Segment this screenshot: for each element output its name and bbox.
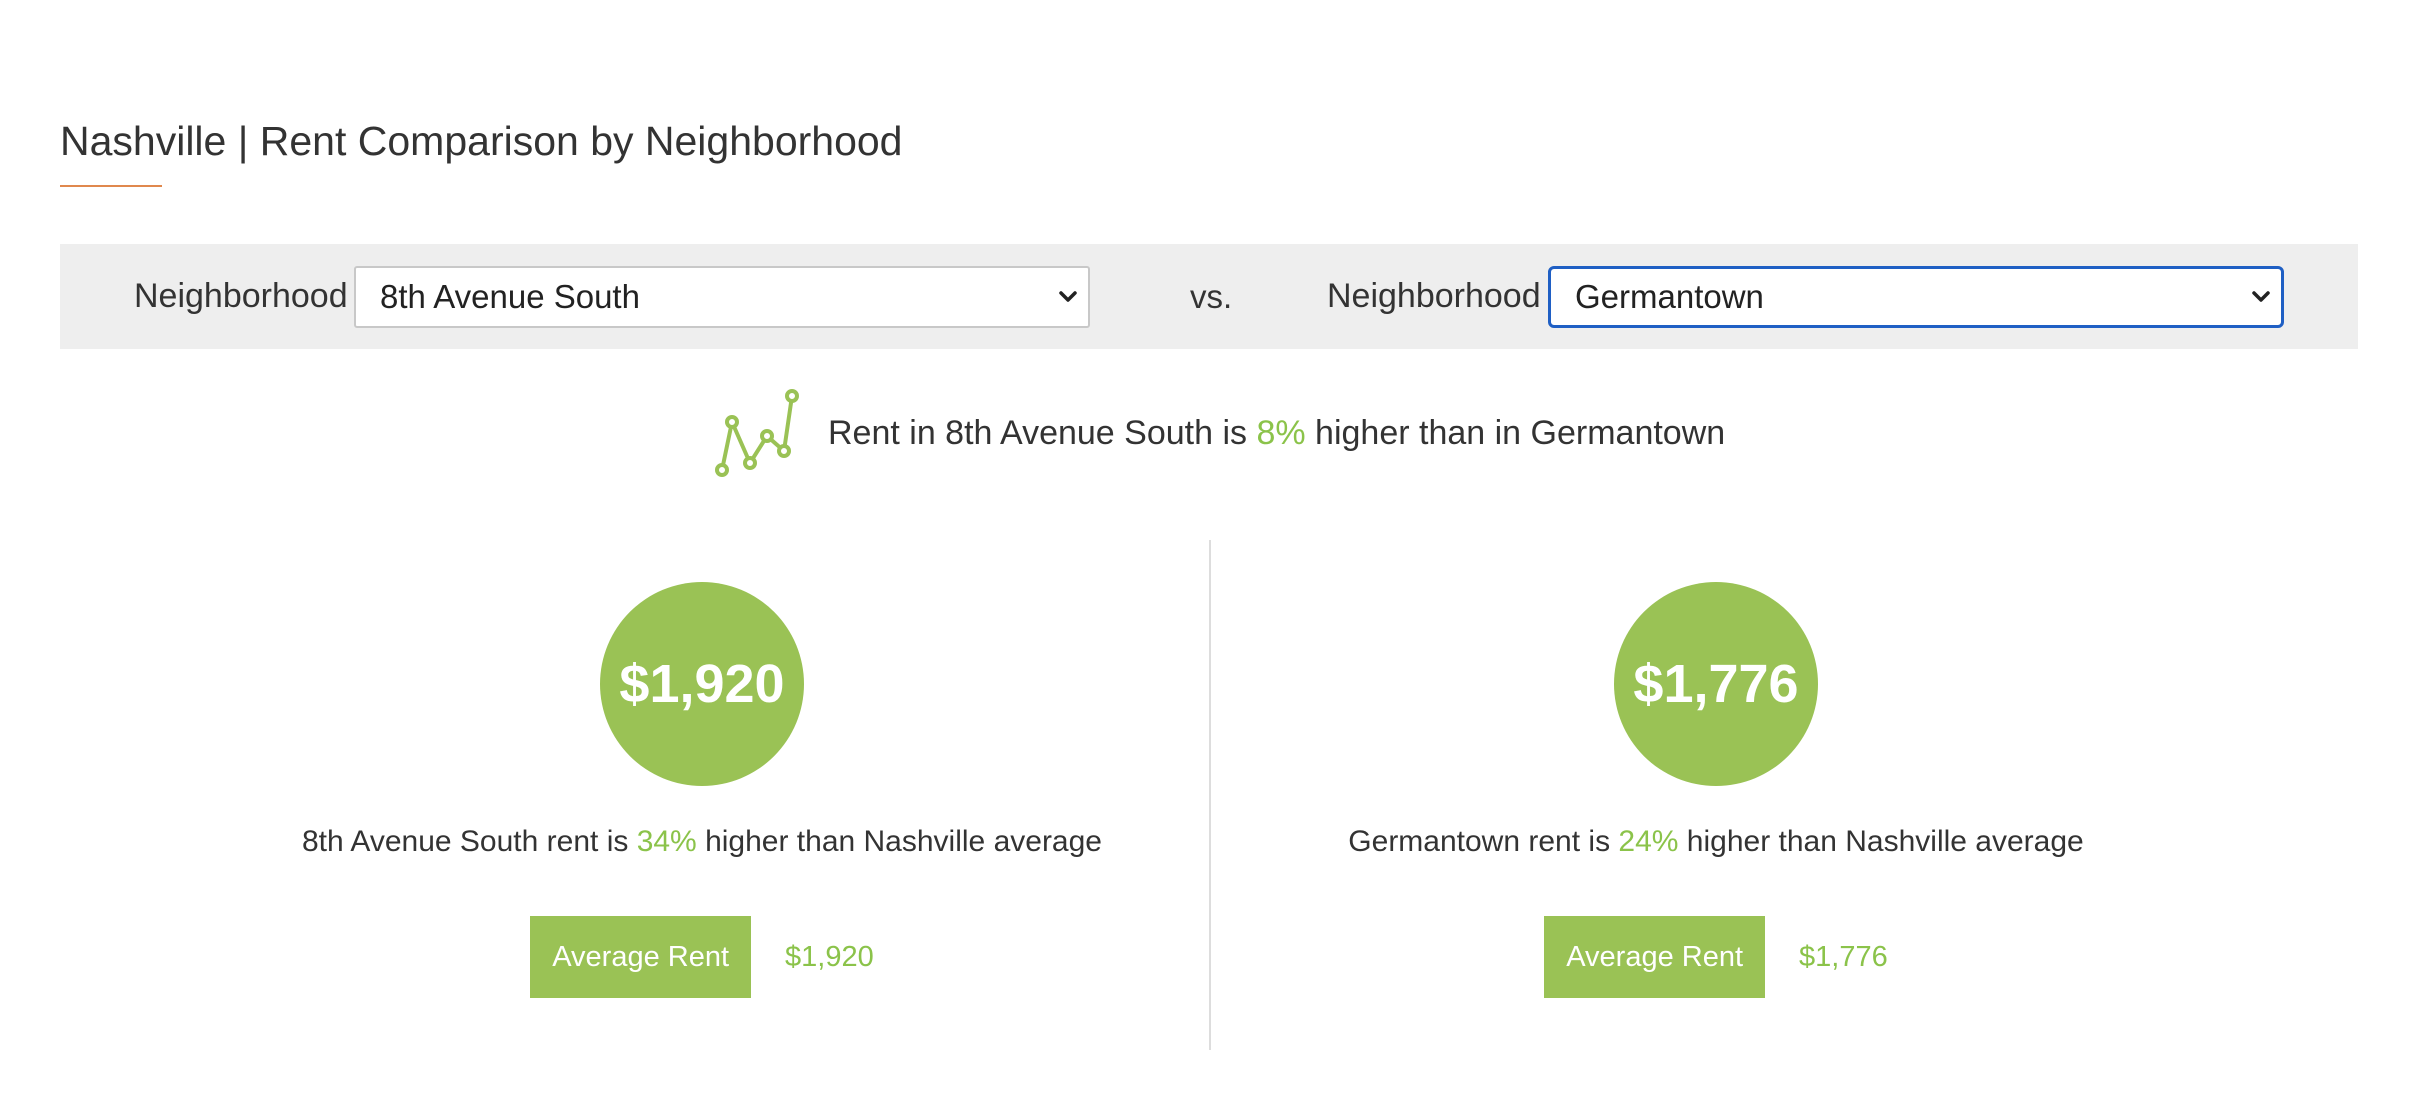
right-rent-row: Average Rent $1,776 <box>1146 916 2286 998</box>
rent-summary: Rent in 8th Avenue South is 8% higher th… <box>712 388 1725 478</box>
left-compare-suffix: higher than Nashville average <box>696 825 1102 858</box>
left-neighborhood-select[interactable]: 8th Avenue South <box>354 266 1090 328</box>
right-compare-percent: 24% <box>1618 825 1679 858</box>
right-neighborhood-select[interactable]: Germantown <box>1548 266 2284 328</box>
left-neighborhood-select-value: 8th Avenue South <box>380 278 640 315</box>
title-underline <box>60 185 162 187</box>
page-title: Nashville | Rent Comparison by Neighborh… <box>60 118 903 164</box>
left-average-rent-value: $1,920 <box>785 940 874 973</box>
left-neighborhood-label: Neighborhood <box>134 277 348 315</box>
right-neighborhood-label: Neighborhood <box>1327 277 1541 315</box>
line-chart-icon <box>715 389 799 477</box>
right-compare-text: Germantown rent is 24% higher than Nashv… <box>1146 825 2286 859</box>
right-neighborhood-panel: $1,776 Germantown rent is 24% higher tha… <box>1146 540 2286 1050</box>
left-rent-circle: $1,920 <box>600 582 804 786</box>
left-compare-percent: 34% <box>636 825 697 858</box>
chevron-down-icon <box>1059 291 1077 302</box>
rent-summary-suffix: higher than in Germantown <box>1305 413 1726 452</box>
page: Nashville | Rent Comparison by Neighborh… <box>0 0 2420 1118</box>
left-rent-row: Average Rent $1,920 <box>132 916 1272 998</box>
right-neighborhood-select-value: Germantown <box>1575 278 1764 315</box>
chevron-down-icon <box>2252 291 2270 302</box>
left-neighborhood-panel: $1,920 8th Avenue South rent is 34% high… <box>132 540 1272 1050</box>
left-average-rent-button[interactable]: Average Rent <box>530 916 752 998</box>
right-rent-circle: $1,776 <box>1614 582 1818 786</box>
left-compare-text: 8th Avenue South rent is 34% higher than… <box>132 825 1272 859</box>
left-compare-prefix: 8th Avenue South rent is <box>302 825 637 858</box>
right-average-rent-value: $1,776 <box>1799 940 1888 973</box>
vs-label: vs. <box>1190 278 1233 315</box>
right-average-rent-button[interactable]: Average Rent <box>1544 916 1766 998</box>
filter-bar: Neighborhood 8th Avenue South vs. Neighb… <box>60 244 2358 349</box>
right-compare-suffix: higher than Nashville average <box>1678 825 2084 858</box>
right-compare-prefix: Germantown rent is <box>1348 825 1619 858</box>
rent-summary-percent: 8% <box>1256 413 1306 452</box>
rent-summary-prefix: Rent in 8th Avenue South is <box>828 413 1257 452</box>
rent-summary-text: Rent in 8th Avenue South is 8% higher th… <box>828 414 1725 453</box>
